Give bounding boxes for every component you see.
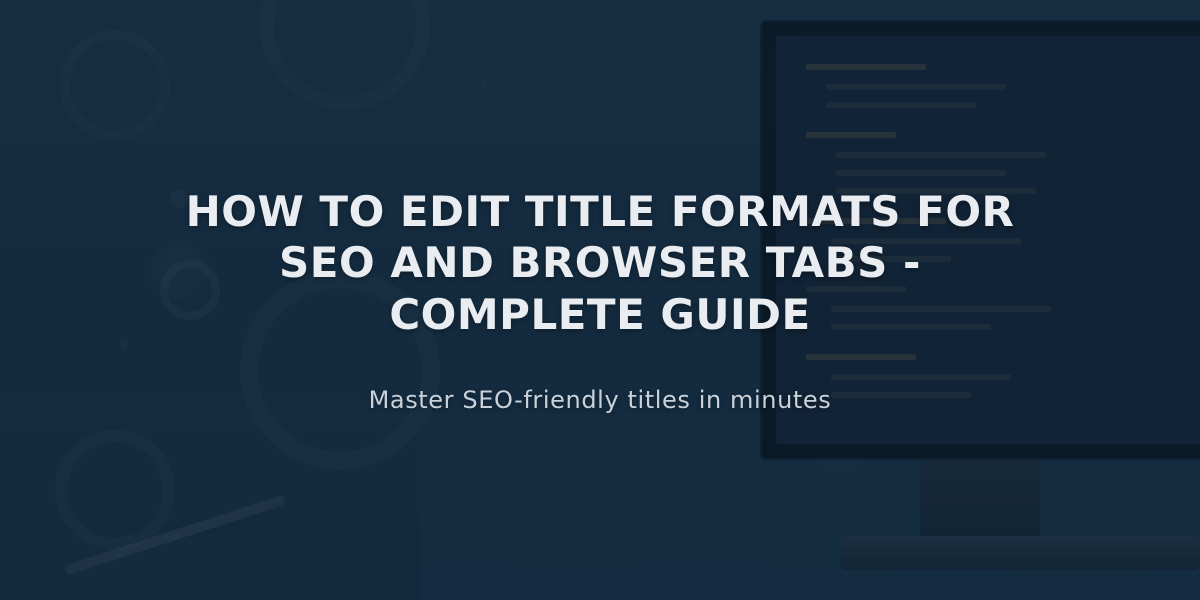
page-subtitle: Master SEO-friendly titles in minutes	[369, 386, 832, 414]
page-title: HOW TO EDIT TITLE FORMATS FOR SEO AND BR…	[150, 186, 1050, 340]
hero-content: HOW TO EDIT TITLE FORMATS FOR SEO AND BR…	[0, 0, 1200, 600]
